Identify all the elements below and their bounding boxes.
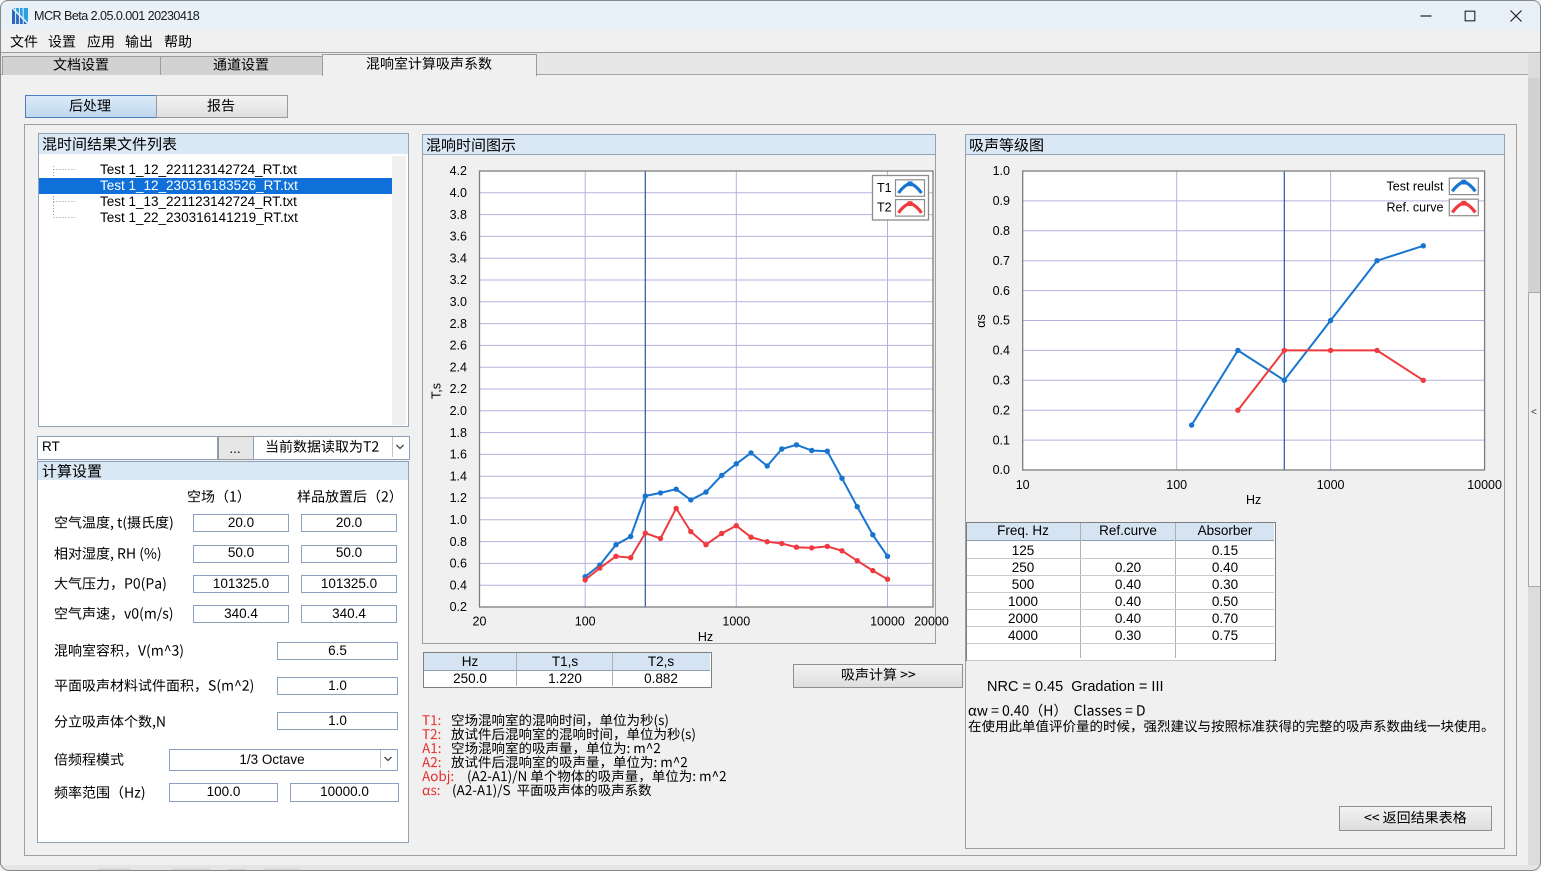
svg-text:0.4: 0.4 (450, 578, 467, 592)
svg-text:2.0: 2.0 (450, 404, 467, 418)
svg-text:1.0: 1.0 (993, 164, 1010, 178)
svg-text:1.2: 1.2 (450, 491, 467, 505)
svg-text:0.6: 0.6 (450, 557, 467, 571)
svg-text:Hz: Hz (698, 630, 713, 642)
svg-text:T1: T1 (877, 181, 892, 195)
svg-text:T2: T2 (877, 201, 892, 215)
svg-text:0.4: 0.4 (993, 344, 1010, 358)
svg-text:1000: 1000 (1317, 478, 1345, 492)
svg-text:αs: αs (974, 314, 988, 327)
svg-text:3.8: 3.8 (450, 208, 467, 222)
svg-text:3.0: 3.0 (450, 295, 467, 309)
svg-text:10: 10 (1016, 478, 1030, 492)
svg-text:Test reulst: Test reulst (1387, 180, 1444, 194)
svg-text:3.6: 3.6 (450, 230, 467, 244)
svg-text:100: 100 (1166, 478, 1187, 492)
svg-text:3.2: 3.2 (450, 273, 467, 287)
svg-text:1.6: 1.6 (450, 448, 467, 462)
svg-text:Hz: Hz (1246, 493, 1261, 507)
svg-text:10000: 10000 (1467, 478, 1502, 492)
svg-text:0.2: 0.2 (450, 600, 467, 614)
svg-text:4.2: 4.2 (450, 164, 467, 178)
svg-text:0.2: 0.2 (993, 403, 1010, 417)
svg-text:2.2: 2.2 (450, 382, 467, 396)
svg-text:10000: 10000 (870, 615, 905, 629)
svg-text:3.4: 3.4 (450, 251, 467, 265)
svg-text:0.8: 0.8 (450, 535, 467, 549)
svg-text:T,s: T,s (430, 383, 444, 399)
svg-text:0.1: 0.1 (993, 433, 1010, 447)
svg-text:4.0: 4.0 (450, 186, 467, 200)
svg-text:1.0: 1.0 (450, 513, 467, 527)
svg-text:0.3: 0.3 (993, 374, 1010, 388)
svg-text:2.8: 2.8 (450, 317, 467, 331)
svg-text:1.8: 1.8 (450, 426, 467, 440)
svg-text:0.9: 0.9 (993, 194, 1010, 208)
svg-text:20: 20 (473, 615, 487, 629)
svg-text:Ref. curve: Ref. curve (1387, 201, 1444, 215)
svg-text:1.4: 1.4 (450, 469, 467, 483)
svg-text:0.0: 0.0 (993, 463, 1010, 477)
svg-text:2.6: 2.6 (450, 339, 467, 353)
svg-text:2.4: 2.4 (450, 360, 467, 374)
svg-text:0.6: 0.6 (993, 284, 1010, 298)
svg-text:0.5: 0.5 (993, 314, 1010, 328)
svg-text:0.7: 0.7 (993, 254, 1010, 268)
svg-text:1000: 1000 (722, 615, 750, 629)
svg-text:100: 100 (575, 615, 596, 629)
svg-text:20000: 20000 (914, 615, 949, 629)
svg-text:0.8: 0.8 (993, 224, 1010, 238)
